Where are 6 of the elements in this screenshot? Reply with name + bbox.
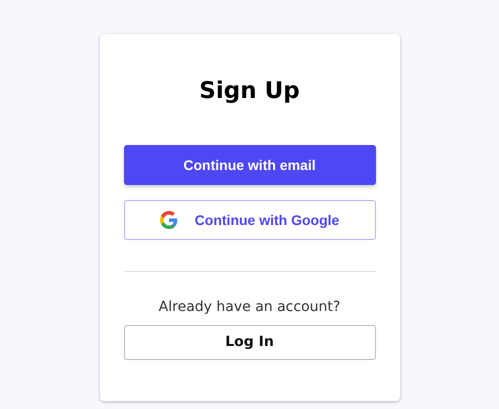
login-prompt: Already have an account? bbox=[158, 298, 342, 317]
google-button[interactable]: Continue with Google bbox=[124, 200, 376, 240]
email-button[interactable]: Continue with email bbox=[124, 145, 376, 185]
page-title: Sign Up bbox=[198, 77, 301, 106]
google-logo-icon bbox=[160, 211, 178, 229]
login-button[interactable]: Log In bbox=[124, 325, 376, 360]
